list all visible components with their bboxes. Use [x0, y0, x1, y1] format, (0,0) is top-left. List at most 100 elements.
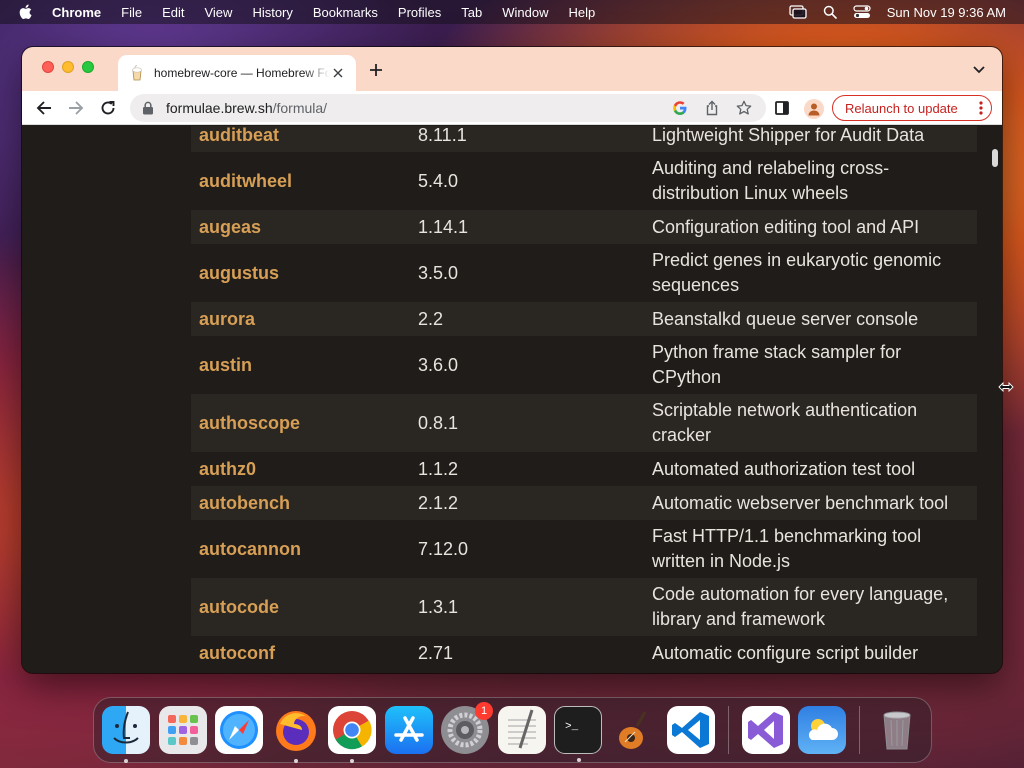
google-lens-icon[interactable]	[672, 100, 688, 116]
address-bar[interactable]: formulae.brew.sh/formula/	[130, 94, 766, 122]
homebrew-favicon-icon	[130, 65, 144, 81]
menu-help[interactable]: Help	[569, 5, 596, 20]
formula-row: authoscope 0.8.1 Scriptable network authen…	[191, 394, 977, 452]
formula-name-link[interactable]: autobench	[191, 486, 410, 520]
formula-name-link[interactable]: augeas	[191, 210, 410, 244]
menu-app-chrome[interactable]: Chrome	[52, 5, 101, 20]
formula-version: 2.2	[410, 302, 644, 336]
launchpad-icon[interactable]	[158, 706, 207, 754]
formula-description: Configuration editing tool and API	[644, 210, 977, 244]
menu-view[interactable]: View	[204, 5, 232, 20]
menu-tab[interactable]: Tab	[461, 5, 482, 20]
formula-name-link[interactable]: auditbeat	[191, 126, 410, 152]
formula-version: 1.14.1	[410, 210, 644, 244]
page-content: auditbeat 8.11.1 Lightweight Shipper for A…	[22, 126, 1002, 673]
formula-name-link[interactable]: autocannon	[191, 520, 410, 578]
menubar-clock[interactable]: Sun Nov 19 9:36 AM	[887, 5, 1006, 20]
vscode-icon[interactable]	[667, 706, 715, 754]
safari-icon[interactable]	[215, 706, 263, 754]
close-window-button[interactable]	[42, 61, 54, 73]
formula-row: autoconf 2.71 Automatic configure script b…	[191, 636, 977, 670]
screen-mirroring-icon[interactable]	[789, 5, 807, 19]
url-path: /formula/	[272, 100, 328, 116]
finder-icon[interactable]	[102, 706, 150, 763]
spotlight-search-icon[interactable]	[823, 5, 837, 19]
apple-menu-icon[interactable]	[18, 4, 34, 20]
profile-avatar-icon[interactable]	[804, 99, 824, 119]
tab-search-chevron-down-icon[interactable]	[972, 62, 988, 78]
vertical-scrollbar[interactable]	[988, 126, 1002, 673]
formula-version: 0.8.1	[410, 394, 644, 452]
system-settings-icon[interactable]: 1	[441, 702, 493, 754]
share-icon[interactable]	[704, 100, 720, 116]
app-store-icon[interactable]	[384, 706, 433, 754]
formula-description: Auditing and relabeling cross-distributi…	[644, 152, 977, 210]
running-indicator	[577, 758, 581, 762]
menu-window[interactable]: Window	[502, 5, 548, 20]
close-tab-icon[interactable]	[330, 65, 346, 81]
formula-version: 7.12.0	[410, 520, 644, 578]
relaunch-label: Relaunch to update	[845, 100, 958, 116]
formula-version: 2.1.2	[410, 486, 644, 520]
forward-arrow-icon[interactable]	[66, 98, 86, 118]
formula-name-link[interactable]: authz0	[191, 452, 410, 486]
firefox-icon[interactable]	[272, 706, 320, 763]
formula-row: augustus 3.5.0 Predict genes in eukaryotic…	[191, 244, 977, 302]
formula-name-link[interactable]: augustus	[191, 244, 410, 302]
menu-bookmarks[interactable]: Bookmarks	[313, 5, 378, 20]
lock-icon[interactable]	[142, 101, 156, 115]
formula-version: 3.6.0	[410, 336, 644, 394]
url-host: formulae.brew.sh	[166, 100, 273, 116]
terminal-icon[interactable]: >_	[554, 706, 602, 762]
formula-name-link[interactable]: austin	[191, 336, 410, 394]
menu-edit[interactable]: Edit	[162, 5, 184, 20]
formula-row: augeas 1.14.1 Configuration editing tool a…	[191, 210, 977, 244]
trash-icon[interactable]	[873, 706, 921, 754]
control-center-icon[interactable]	[853, 5, 871, 19]
chrome-icon[interactable]	[328, 706, 376, 763]
formula-row: austin 3.6.0 Python frame stack sampler fo…	[191, 336, 977, 394]
formula-description: Automatic configure script builder	[644, 636, 977, 670]
garageband-icon[interactable]	[611, 706, 659, 754]
back-arrow-icon[interactable]	[34, 98, 54, 118]
formula-version: 5.4.0	[410, 152, 644, 210]
reload-icon[interactable]	[98, 98, 118, 118]
tab-homebrew-core[interactable]: homebrew-core — Homebrew Formulae	[118, 55, 356, 91]
formulae-table: auditbeat 8.11.1 Lightweight Shipper for A…	[191, 126, 977, 670]
minimize-window-button[interactable]	[62, 61, 74, 73]
formula-description: Beanstalkd queue server console	[644, 302, 977, 336]
formula-description: Scriptable network authentication cracke…	[644, 394, 977, 452]
formula-version: 8.11.1	[410, 126, 644, 152]
formula-name-link[interactable]: aurora	[191, 302, 410, 336]
side-panel-icon[interactable]	[772, 98, 792, 118]
menu-profiles[interactable]: Profiles	[398, 5, 441, 20]
formula-name-link[interactable]: autoconf	[191, 636, 410, 670]
browser-toolbar: formulae.brew.sh/formula/ Relaunch to up…	[22, 91, 1002, 125]
new-tab-icon[interactable]	[367, 61, 385, 79]
visual-studio-icon[interactable]	[741, 706, 790, 754]
formula-name-link[interactable]: auditwheel	[191, 152, 410, 210]
formula-version: 1.1.2	[410, 452, 644, 486]
textedit-icon[interactable]	[497, 706, 546, 754]
bookmark-star-icon[interactable]	[736, 100, 752, 116]
menu-file[interactable]: File	[121, 5, 142, 20]
formula-description: Automatic webserver benchmark tool	[644, 486, 977, 520]
dock: 1 >_	[93, 697, 932, 763]
formula-description: Lightweight Shipper for Audit Data	[644, 126, 977, 152]
resize-cursor-icon	[998, 380, 1014, 393]
formula-description: Code automation for every language, libr…	[644, 578, 977, 636]
formulae-table-container: auditbeat 8.11.1 Lightweight Shipper for A…	[191, 126, 977, 670]
zoom-window-button[interactable]	[82, 61, 94, 73]
formula-name-link[interactable]: authoscope	[191, 394, 410, 452]
weather-icon[interactable]	[798, 706, 846, 754]
more-options-kebab-icon[interactable]	[979, 100, 983, 116]
relaunch-to-update-button[interactable]: Relaunch to update	[832, 95, 992, 121]
tab-title: homebrew-core — Homebrew Formulae	[154, 66, 330, 80]
menu-history[interactable]: History	[252, 5, 292, 20]
formula-description: Predict genes in eukaryotic genomic sequ…	[644, 244, 977, 302]
formula-row: auditbeat 8.11.1 Lightweight Shipper for A…	[191, 126, 977, 152]
formula-version: 2.71	[410, 636, 644, 670]
formula-version: 1.3.1	[410, 578, 644, 636]
scrollbar-thumb[interactable]	[992, 149, 998, 167]
formula-name-link[interactable]: autocode	[191, 578, 410, 636]
